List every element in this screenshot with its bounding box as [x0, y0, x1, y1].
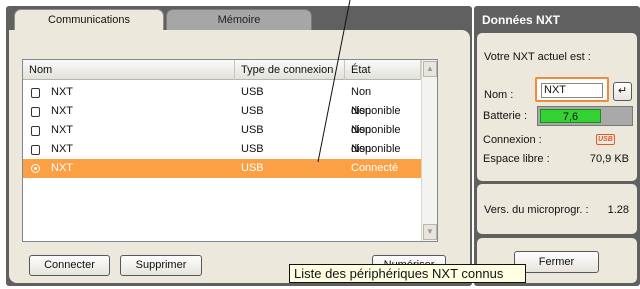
free-space-value: 70,9 KB [589, 153, 629, 165]
row-name: NXT [51, 124, 73, 136]
nxt-dialog: Communications Mémoire Nom Type de conne… [0, 0, 640, 289]
row-type: USB [241, 105, 264, 117]
name-label: Nom : [484, 89, 514, 101]
tab-memoire[interactable]: Mémoire [166, 9, 312, 31]
scroll-down-icon[interactable]: ▼ [423, 224, 437, 240]
enter-icon[interactable]: ↵ [613, 82, 632, 101]
table-row[interactable]: NXT USB Non disponible [23, 121, 421, 155]
usb-icon: USB [596, 134, 615, 145]
table-row[interactable]: NXT USB Non disponible [23, 140, 421, 174]
row-name: NXT [51, 143, 73, 155]
nxt-brick-icon [31, 126, 40, 136]
close-button[interactable]: Fermer [514, 251, 599, 273]
firmware-label: Vers. du microprogr. : [484, 204, 589, 216]
nxt-info-box: Votre NXT actuel est : Nom : NXT ↵ Batte… [477, 33, 637, 181]
tab-communications[interactable]: Communications [14, 9, 164, 31]
row-type: USB [241, 86, 264, 98]
scroll-up-icon[interactable]: ▲ [423, 61, 437, 77]
table-header: Nom Type de connexion État [23, 60, 421, 80]
firmware-value: 1.28 [607, 204, 629, 216]
battery-fill: 7,6 [540, 109, 601, 123]
table-scrollbar[interactable]: ▲ ▼ [421, 60, 437, 241]
nxt-name-field[interactable]: NXT [535, 77, 609, 102]
battery-label: Batterie : [483, 110, 528, 122]
firmware-box: Vers. du microprogr. : 1.28 [477, 184, 637, 234]
battery-value: 7,6 [562, 111, 579, 123]
column-header-connection-type[interactable]: Type de connexion [235, 60, 345, 80]
column-header-state[interactable]: État [345, 60, 421, 80]
table-row-selected[interactable]: NXT USB Connecté [23, 159, 421, 178]
nxt-name-value: NXT [541, 83, 603, 98]
row-name: NXT [51, 86, 73, 98]
nxt-brick-icon [31, 145, 40, 155]
nxt-brick-icon [31, 107, 40, 117]
connect-button[interactable]: Connecter [29, 255, 110, 276]
nxt-connected-icon [31, 164, 40, 173]
row-name: NXT [51, 105, 73, 117]
table-row[interactable]: NXT USB Non disponible [23, 83, 421, 117]
nxt-brick-icon [31, 88, 40, 98]
row-state: Connecté [351, 162, 399, 174]
panel-title: Données NXT [482, 13, 561, 27]
tooltip: Liste des périphériques NXT connus [289, 264, 526, 283]
row-type: USB [241, 124, 264, 136]
nxt-data-panel: Données NXT Votre NXT actuel est : Nom :… [474, 6, 640, 286]
row-name: NXT [51, 162, 73, 174]
row-type: USB [241, 143, 264, 155]
table-row[interactable]: NXT USB Non disponible [23, 102, 421, 136]
connection-label: Connexion : [483, 134, 542, 146]
row-type: USB [241, 162, 264, 174]
free-space-label: Espace libre : [483, 153, 550, 165]
battery-bar: 7,6 [537, 106, 633, 126]
device-table[interactable]: Nom Type de connexion État NXT USB Non d… [22, 59, 438, 242]
current-nxt-label: Votre NXT actuel est : [484, 51, 591, 63]
column-header-name[interactable]: Nom [23, 60, 235, 80]
delete-button[interactable]: Supprimer [120, 255, 202, 276]
